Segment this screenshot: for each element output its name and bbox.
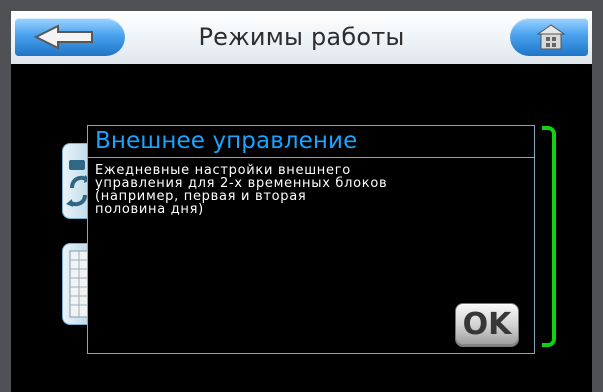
dialog-divider <box>88 157 534 158</box>
screen: Режимы работы Внешнее управление Ежеднев… <box>11 11 592 392</box>
dialog-body: Ежедневные настройки внешнего управления… <box>95 163 388 217</box>
selection-bracket <box>542 126 556 347</box>
back-button[interactable] <box>15 18 125 56</box>
back-arrow-icon <box>33 24 93 50</box>
ok-button[interactable]: OK <box>455 303 519 347</box>
home-button[interactable] <box>510 18 588 56</box>
top-bar: Режимы работы <box>11 11 592 64</box>
dialog-title: Внешнее управление <box>95 128 358 154</box>
home-icon <box>536 24 566 50</box>
info-dialog: Внешнее управление Ежедневные настройки … <box>87 125 535 354</box>
device-frame: Режимы работы Внешнее управление Ежеднев… <box>0 0 603 392</box>
